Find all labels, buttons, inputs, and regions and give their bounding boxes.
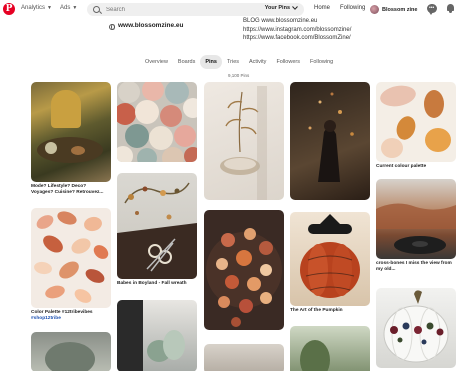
pin-card[interactable]: Mode? Lifestyle? Deco? Voyages? Cuisine?…: [31, 82, 111, 196]
flower-arrangement-illustration: [206, 228, 282, 327]
chevron-down-icon: ▼: [47, 5, 52, 11]
pin-card[interactable]: Current colour palette: [376, 82, 456, 170]
notifications-bell-icon[interactable]: [446, 4, 455, 14]
pin-card[interactable]: [204, 344, 284, 371]
pin-image: [117, 82, 197, 162]
profile-website-link[interactable]: www.blossomzine.eu: [118, 22, 184, 29]
search-input[interactable]: [106, 6, 256, 13]
pin-image: [31, 82, 111, 182]
pin-count: 9,100 Pins: [228, 73, 250, 78]
home-link[interactable]: Home: [314, 5, 330, 11]
bio-line: BLOG www.blossomzine.eu: [243, 18, 318, 24]
fall-wreath-illustration: [117, 182, 197, 279]
dried-flowers-illustration: [220, 86, 267, 200]
profile-name: Blossom zine: [382, 6, 418, 13]
pin-card[interactable]: [290, 82, 370, 202]
pin-image: [204, 344, 284, 371]
pin-card[interactable]: [376, 288, 456, 370]
color-swatch-illustration: [34, 211, 109, 303]
avatar: [370, 5, 379, 14]
pin-card[interactable]: The Art of the Pumpkin: [290, 212, 370, 314]
tab-overview[interactable]: Overview: [140, 55, 173, 69]
profile-bio: BLOG www.blossomzine.eu https://www.inst…: [243, 17, 351, 43]
pin-image: [31, 332, 111, 371]
pin-image: [376, 288, 456, 368]
search-icon: [93, 6, 100, 13]
profile-button[interactable]: Blossom zine: [370, 3, 417, 16]
messages-icon[interactable]: •••: [427, 4, 437, 15]
analytics-menu[interactable]: Analytics ▼: [21, 5, 52, 11]
ads-menu[interactable]: Ads ▼: [60, 5, 77, 11]
tab-following[interactable]: Following: [305, 55, 338, 69]
pin-image: [376, 82, 456, 162]
pin-card[interactable]: cross-bones I miss the view from my old.…: [376, 179, 456, 273]
tab-tries[interactable]: Tries: [222, 55, 244, 69]
pin-image: [290, 82, 370, 200]
pin-title: Current colour palette: [376, 164, 427, 169]
pin-image: [290, 212, 370, 306]
painted-white-pumpkin-illustration: [383, 290, 449, 363]
following-link[interactable]: Following: [340, 5, 365, 11]
tab-activity[interactable]: Activity: [244, 55, 271, 69]
pumpkin-illustration: [300, 214, 360, 298]
pin-hashtags[interactable]: #shop12tribe: [31, 316, 109, 322]
pin-card[interactable]: [117, 300, 197, 371]
search-scope-label: Your Pins: [264, 5, 290, 11]
colour-swatches-illustration: [380, 85, 451, 158]
globe-icon: [109, 24, 115, 30]
tab-pins[interactable]: Pins: [200, 55, 222, 69]
pin-card[interactable]: [117, 82, 197, 164]
pin-title: Mode? Lifestyle? Deco? Voyages? Cuisine?…: [31, 184, 104, 195]
profile-tabs: Overview Boards Pins Tries Activity Foll…: [140, 55, 338, 69]
pin-card[interactable]: [204, 82, 284, 202]
pin-title: The Art of the Pumpkin: [290, 308, 343, 313]
bio-line[interactable]: https://www.facebook.com/BlossomZine/: [243, 34, 351, 43]
top-navigation-bar: P Analytics ▼ Ads ▼ Your Pins Home Follo…: [0, 0, 460, 20]
pin-image: [376, 179, 456, 259]
pin-card[interactable]: [31, 332, 111, 371]
record-player-illustration: [376, 203, 456, 254]
pin-title: cross-bones I miss the view from my old.…: [376, 261, 452, 272]
pin-card[interactable]: Color Palette #12tribevibes #shop12tribe: [31, 208, 111, 322]
ads-label: Ads: [60, 5, 71, 11]
search-scope-dropdown[interactable]: Your Pins: [265, 5, 298, 11]
pin-image: [117, 300, 197, 371]
bio-line[interactable]: https://www.instagram.com/blossomzine/: [243, 26, 351, 35]
pin-image: [204, 210, 284, 330]
tab-boards[interactable]: Boards: [173, 55, 200, 69]
search-bar: Your Pins: [87, 3, 304, 16]
tab-followers[interactable]: Followers: [271, 55, 305, 69]
pin-image: [204, 82, 284, 200]
chevron-down-icon: [292, 6, 298, 10]
analytics-label: Analytics: [21, 5, 46, 11]
pin-image: [31, 208, 111, 308]
pin-card[interactable]: Babes in Boyland - Fall wreath: [117, 173, 197, 287]
pinterest-logo-icon[interactable]: P: [3, 3, 15, 15]
pin-image: [117, 173, 197, 279]
autumn-forest-figure-illustration: [308, 92, 354, 182]
pin-card[interactable]: [290, 326, 370, 371]
pin-title: Babes in Boyland - Fall wreath: [117, 281, 187, 286]
chevron-down-icon: ▼: [72, 5, 78, 11]
pin-image: [290, 326, 370, 371]
pin-card[interactable]: [204, 210, 284, 332]
pumpkins-illustration: [117, 82, 197, 162]
